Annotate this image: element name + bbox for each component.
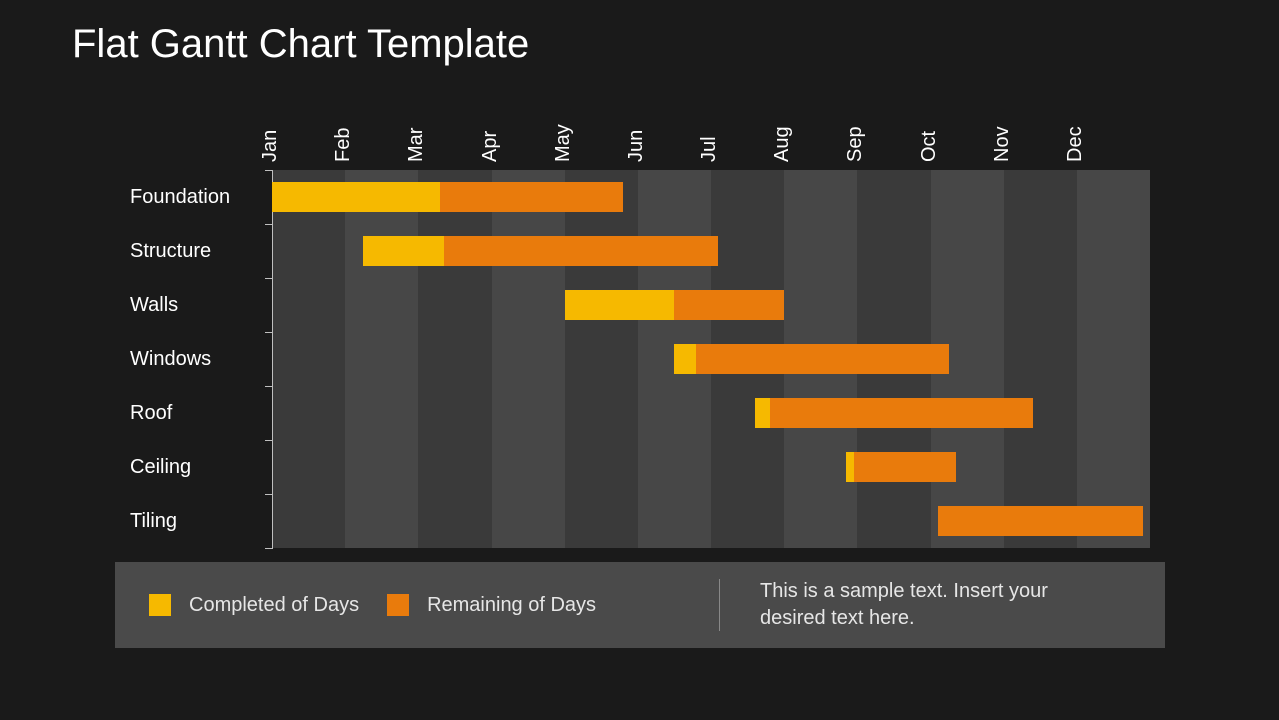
- page-title: Flat Gantt Chart Template: [72, 22, 529, 67]
- legend-item-remaining: Remaining of Days: [387, 594, 596, 617]
- bar-track: [272, 170, 1150, 224]
- month-label: Oct: [918, 131, 941, 162]
- bar-segment-completed: [755, 398, 770, 428]
- table-row: Tiling: [130, 494, 1150, 548]
- legend-label-completed: Completed of Days: [189, 594, 359, 617]
- month-label: Mar: [405, 128, 428, 162]
- table-row: Foundation: [130, 170, 1150, 224]
- table-row: Ceiling: [130, 440, 1150, 494]
- legend-label-remaining: Remaining of Days: [427, 594, 596, 617]
- bar-segment-remaining: [770, 398, 1033, 428]
- gantt-bar: [938, 506, 1143, 536]
- bar-segment-remaining: [938, 506, 1143, 536]
- bar-track: [272, 278, 1150, 332]
- gantt-bar: [272, 182, 623, 212]
- month-label: Dec: [1064, 126, 1087, 162]
- month-label: Jan: [259, 130, 282, 162]
- x-axis-months: JanFebMarAprMayJunJulAugSepOctNovDec: [272, 100, 1150, 170]
- row-label: Structure: [130, 224, 262, 278]
- swatch-remaining: [387, 594, 409, 616]
- row-label: Walls: [130, 278, 262, 332]
- bar-segment-remaining: [440, 182, 623, 212]
- legend-divider: [719, 579, 720, 631]
- bar-track: [272, 494, 1150, 548]
- swatch-completed: [149, 594, 171, 616]
- bar-track: [272, 386, 1150, 440]
- legend-item-completed: Completed of Days: [149, 594, 359, 617]
- gantt-bar: [755, 398, 1033, 428]
- month-label: Sep: [844, 126, 867, 162]
- gantt-bar: [846, 452, 956, 482]
- chart-grid: FoundationStructureWallsWindowsRoofCeili…: [130, 170, 1150, 548]
- row-label: Ceiling: [130, 440, 262, 494]
- bar-segment-remaining: [674, 290, 784, 320]
- row-label: Roof: [130, 386, 262, 440]
- bar-segment-completed: [363, 236, 443, 266]
- gantt-rows: FoundationStructureWallsWindowsRoofCeili…: [130, 170, 1150, 548]
- bar-segment-completed: [846, 452, 853, 482]
- gantt-chart: Jan Feb Mar Apr May Jun Jul Aug Sep Oct Nov Dec Fou…: [130, 100, 1150, 548]
- month-label: Jun: [625, 130, 648, 162]
- legend-sample-text: This is a sample text. Insert your desir…: [760, 578, 1165, 632]
- row-label: Tiling: [130, 494, 262, 548]
- gantt-bar: [565, 290, 785, 320]
- month-label: May: [552, 124, 575, 162]
- gantt-bar: [674, 344, 948, 374]
- table-row: Walls: [130, 278, 1150, 332]
- table-row: Windows: [130, 332, 1150, 386]
- bar-segment-remaining: [696, 344, 948, 374]
- y-tick: [265, 548, 273, 549]
- bar-segment-completed: [565, 290, 675, 320]
- bar-segment-completed: [272, 182, 440, 212]
- row-label: Windows: [130, 332, 262, 386]
- gantt-bar: [363, 236, 718, 266]
- bar-segment-completed: [674, 344, 696, 374]
- month-label: Jul: [698, 136, 721, 162]
- month-label: Feb: [332, 128, 355, 162]
- month-label: Nov: [991, 126, 1014, 162]
- bar-track: [272, 332, 1150, 386]
- month-label: Aug: [771, 126, 794, 162]
- row-label: Foundation: [130, 170, 262, 224]
- bar-segment-remaining: [444, 236, 718, 266]
- legend-bar: Completed of Days Remaining of Days This…: [115, 562, 1165, 648]
- bar-track: [272, 440, 1150, 494]
- month-label: Apr: [479, 131, 502, 162]
- legend-items: Completed of Days Remaining of Days: [115, 594, 709, 617]
- slide: Flat Gantt Chart Template Jan Feb Mar Apr Ma…: [0, 0, 1279, 720]
- table-row: Roof: [130, 386, 1150, 440]
- table-row: Structure: [130, 224, 1150, 278]
- bar-track: [272, 224, 1150, 278]
- bar-segment-remaining: [854, 452, 956, 482]
